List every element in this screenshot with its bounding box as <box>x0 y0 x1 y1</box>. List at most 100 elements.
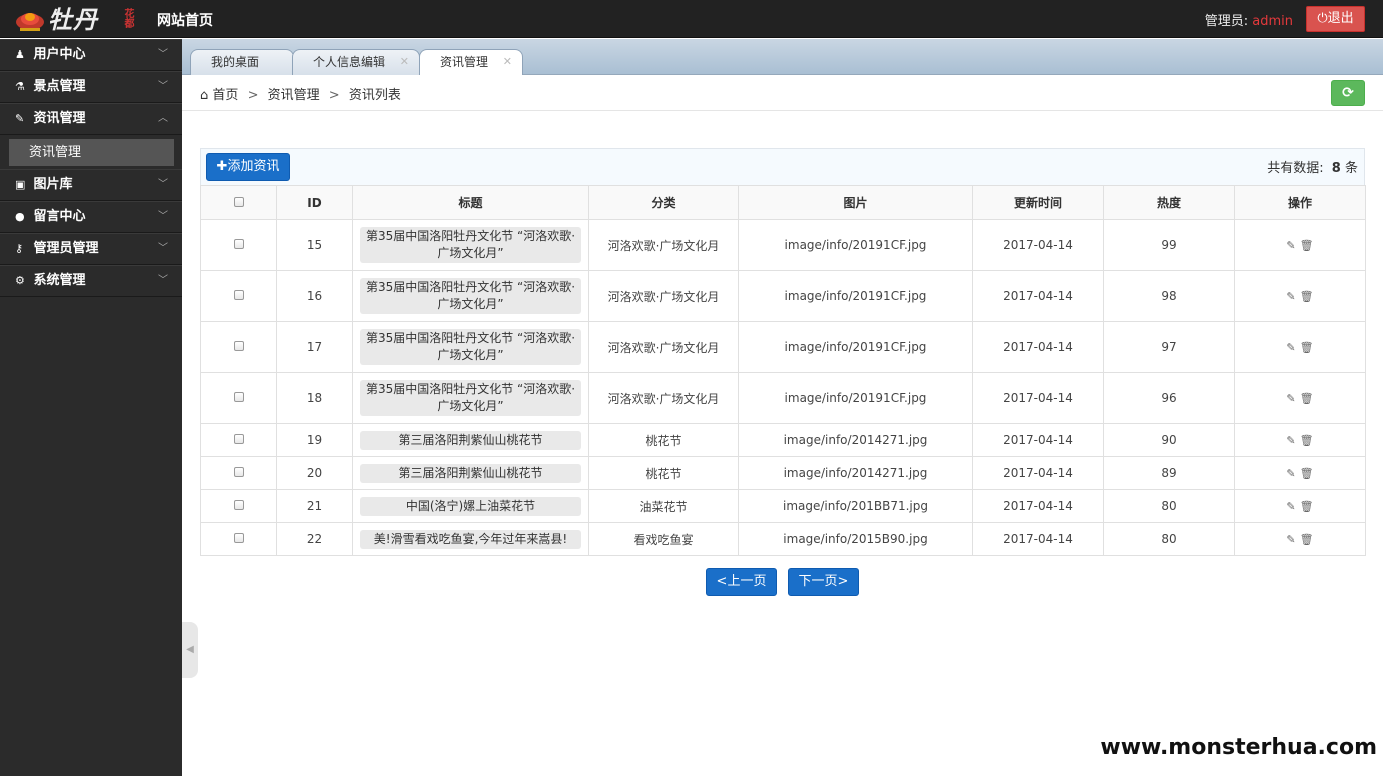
table-row: 16 第35届中国洛阳牡丹文化节 “河洛欢歌·广场文化月” 河洛欢歌·广场文化月 im… <box>200 270 1366 322</box>
trash-icon[interactable]: 🗑 <box>1300 392 1314 405</box>
sidebar-item-admins[interactable]: ⚷ 管理员管理 ﹀ <box>0 233 182 265</box>
row-select-cell <box>200 456 277 490</box>
title-text: 美!滑雪看戏吃鱼宴,今年过年来嵩县! <box>360 529 581 549</box>
cell-title: 第三届洛阳荆紫仙山桃花节 <box>352 456 589 490</box>
cell-updated: 2017-04-14 <box>972 456 1104 490</box>
edit-icon[interactable]: ✎ <box>1286 239 1295 252</box>
sidebar-item-system[interactable]: ⚙ 系统管理 ﹀ <box>0 265 182 297</box>
column-header-actions: 操作 <box>1234 185 1366 220</box>
plus-icon: ✚ <box>216 159 228 174</box>
add-news-button[interactable]: ✚添加资讯 <box>206 153 290 181</box>
trash-icon[interactable]: 🗑 <box>1300 533 1314 546</box>
column-header-id[interactable]: ID <box>276 185 353 220</box>
sidebar-collapse-handle[interactable]: ◀ <box>182 622 198 678</box>
sidebar-item-label: 图片库 <box>33 177 73 192</box>
close-icon[interactable]: ✕ <box>400 50 409 74</box>
edit-icon[interactable]: ✎ <box>1286 500 1295 513</box>
tab-profile-edit[interactable]: 个人信息编辑 ✕ <box>292 49 420 75</box>
trash-icon[interactable]: 🗑 <box>1300 239 1314 252</box>
row-select-cell <box>200 219 277 271</box>
logout-button[interactable]: ⏻退出 <box>1306 6 1365 32</box>
cell-id: 20 <box>276 456 353 490</box>
row-checkbox[interactable] <box>233 341 244 351</box>
edit-icon[interactable]: ✎ <box>1286 341 1295 354</box>
cell-title: 第35届中国洛阳牡丹文化节 “河洛欢歌·广场文化月” <box>352 372 589 424</box>
sidebar-item-scenic[interactable]: ⚗ 景点管理 ﹀ <box>0 71 182 103</box>
refresh-button[interactable]: ⟳ <box>1331 80 1365 106</box>
table-header-row: ID 标题 分类 图片 更新时间 热度 操作 <box>200 185 1366 220</box>
breadcrumb-level1[interactable]: 资讯管理 <box>268 88 320 103</box>
cell-heat: 90 <box>1103 423 1235 457</box>
column-header-updated[interactable]: 更新时间 <box>972 185 1104 220</box>
sidebar-item-label: 留言中心 <box>33 209 86 224</box>
trash-icon[interactable]: 🗑 <box>1300 341 1314 354</box>
cell-id: 22 <box>276 522 353 556</box>
row-checkbox[interactable] <box>233 290 244 300</box>
breadcrumb-separator: > <box>328 88 340 103</box>
sidebar-subitem-news-manage[interactable]: 资讯管理 <box>0 135 182 169</box>
trash-icon[interactable]: 🗑 <box>1300 434 1314 447</box>
trash-icon[interactable]: 🗑 <box>1300 467 1314 480</box>
count-unit: 条 <box>1344 161 1358 176</box>
chevron-down-icon: ﹀ <box>158 179 168 190</box>
cell-image: image/info/20191CF.jpg <box>738 321 973 373</box>
trash-icon[interactable]: 🗑 <box>1300 290 1314 303</box>
record-count: 共有数据: 8 条 <box>1267 157 1358 176</box>
chevron-down-icon: ﹀ <box>158 211 168 222</box>
breadcrumb-home[interactable]: 首页 <box>212 88 238 103</box>
cell-heat: 80 <box>1103 522 1235 556</box>
refresh-icon: ⟳ <box>1342 85 1354 101</box>
column-header-category[interactable]: 分类 <box>588 185 739 220</box>
row-select-cell <box>200 321 277 373</box>
cell-id: 21 <box>276 489 353 523</box>
cell-image: image/info/20191CF.jpg <box>738 372 973 424</box>
row-checkbox[interactable] <box>233 500 244 510</box>
row-checkbox[interactable] <box>233 467 244 477</box>
cell-heat: 96 <box>1103 372 1235 424</box>
cell-id: 16 <box>276 270 353 322</box>
edit-icon[interactable]: ✎ <box>1286 533 1295 546</box>
edit-icon[interactable]: ✎ <box>1286 434 1295 447</box>
edit-icon[interactable]: ✎ <box>1286 467 1295 480</box>
sidebar-item-gallery[interactable]: ▣ 图片库 ﹀ <box>0 169 182 201</box>
cell-image: image/info/2014271.jpg <box>738 456 973 490</box>
table-row: 15 第35届中国洛阳牡丹文化节 “河洛欢歌·广场文化月” 河洛欢歌·广场文化月 im… <box>200 219 1366 271</box>
close-icon[interactable]: ✕ <box>503 50 512 74</box>
title-text: 中国(洛宁)嫘上油菜花节 <box>360 496 581 516</box>
edit-icon[interactable]: ✎ <box>1286 290 1295 303</box>
column-header-title[interactable]: 标题 <box>352 185 589 220</box>
breadcrumb-level2: 资讯列表 <box>348 88 401 103</box>
sidebar-item-messages[interactable]: ● 留言中心 ﹀ <box>0 201 182 233</box>
logo-seal-text: 花都 <box>122 8 133 28</box>
sidebar-item-label: 用户中心 <box>33 47 86 62</box>
admin-name: admin <box>1252 14 1293 29</box>
sidebar-item-label: 管理员管理 <box>33 241 99 256</box>
row-checkbox[interactable] <box>233 533 244 543</box>
sidebar-item-news[interactable]: ✎ 资讯管理 ︿ <box>0 103 182 135</box>
cell-image: image/info/20191CF.jpg <box>738 219 973 271</box>
row-checkbox[interactable] <box>233 392 244 402</box>
cell-heat: 99 <box>1103 219 1235 271</box>
cell-title: 第35届中国洛阳牡丹文化节 “河洛欢歌·广场文化月” <box>352 321 589 373</box>
row-select-cell <box>200 270 277 322</box>
trash-icon[interactable]: 🗑 <box>1300 500 1314 513</box>
row-checkbox[interactable] <box>233 239 244 249</box>
row-select-cell <box>200 372 277 424</box>
next-page-button[interactable]: 下一页> <box>788 568 859 596</box>
prev-page-button[interactable]: <上一页 <box>706 568 777 596</box>
row-checkbox[interactable] <box>233 434 244 444</box>
cell-heat: 80 <box>1103 489 1235 523</box>
column-header-heat[interactable]: 热度 <box>1103 185 1235 220</box>
edit-icon[interactable]: ✎ <box>1286 392 1295 405</box>
tab-desktop[interactable]: 我的桌面 <box>190 49 294 75</box>
select-all-checkbox[interactable] <box>233 196 244 207</box>
tab-news-manage[interactable]: 资讯管理 ✕ <box>419 49 523 76</box>
table-row: 19 第三届洛阳荆紫仙山桃花节 桃花节 image/info/2014271.jpg 2… <box>200 423 1366 457</box>
cell-category: 油菜花节 <box>588 489 739 523</box>
sidebar-item-user-center[interactable]: ♟ 用户中心 ﹀ <box>0 39 182 71</box>
cell-actions: ✎ 🗑 <box>1234 321 1366 373</box>
site-logo[interactable]: 牡丹 花都 <box>14 4 138 36</box>
tab-label: 我的桌面 <box>211 55 260 69</box>
column-header-image[interactable]: 图片 <box>738 185 973 220</box>
site-home-link[interactable]: 网站首页 <box>157 10 213 30</box>
